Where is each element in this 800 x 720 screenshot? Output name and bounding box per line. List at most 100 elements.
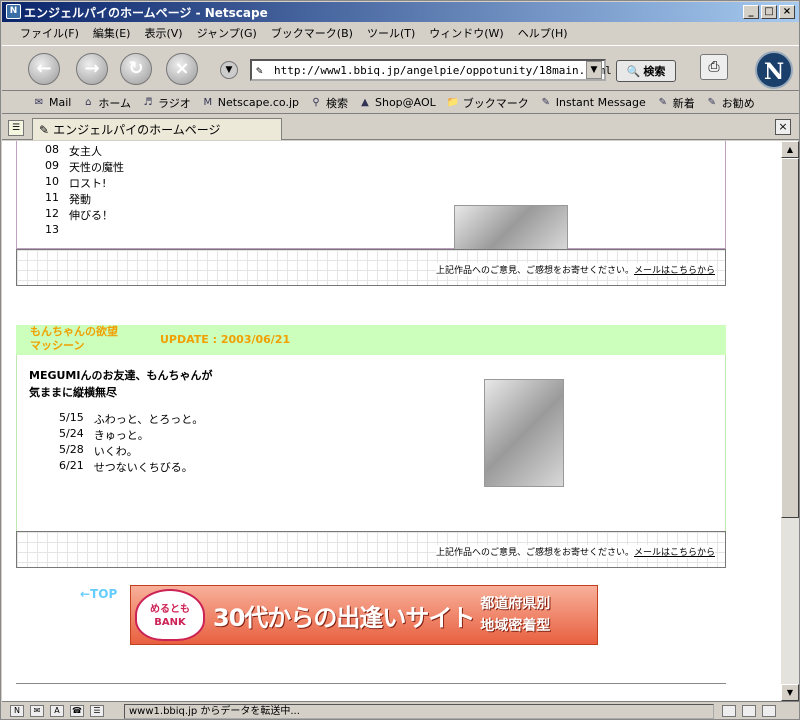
stop-button[interactable]: × (166, 53, 198, 85)
bookmark-folder-icon: 📁 (446, 96, 460, 108)
mail-icon: ✉ (34, 96, 44, 108)
section-intro: MEGUMIんのお友達、もんちゃんが 気ままに縦横無尽 (29, 369, 213, 399)
link-icon: ✎ (658, 96, 667, 108)
toolbar-radio[interactable]: ♬ ラジオ (141, 95, 191, 111)
url-dropdown-button[interactable]: ▼ (586, 61, 602, 79)
toolbar-bookmarks[interactable]: 📁 ブックマーク (446, 95, 529, 111)
url-text: http://www1.bbiq.jp/angelpie/oppotunity/… (274, 63, 612, 77)
list-item[interactable]: 10 ロスト! (45, 175, 106, 191)
list-item[interactable]: 13 (45, 223, 69, 236)
scroll-thumb[interactable] (781, 158, 799, 518)
page-proxy-icon: ✎ (256, 63, 263, 77)
tab-list-icon[interactable]: ☰ (8, 120, 24, 136)
menu-bookmarks[interactable]: ブックマーク(B) (271, 25, 353, 41)
back-arrow-icon: ← (36, 58, 52, 79)
minimize-button[interactable]: _ (743, 5, 759, 19)
menu-go[interactable]: ジャンプ(G) (197, 25, 257, 41)
netscape-throbber[interactable]: N (755, 51, 793, 89)
triangle-down-icon: ▼ (786, 688, 794, 697)
my-netscape-icon: M (203, 96, 213, 108)
close-tab-button[interactable]: × (775, 119, 791, 135)
toolbar-search[interactable]: ⚲ 検索 (309, 95, 348, 111)
mail-link[interactable]: メールはこちらから (634, 266, 715, 276)
privacy-icon[interactable] (742, 705, 756, 717)
mail-icon[interactable]: ✉ (30, 705, 44, 717)
list-item[interactable]: 5/28 いくわ。 (59, 443, 138, 459)
menu-edit[interactable]: 編集(E) (93, 25, 131, 41)
scroll-up-button[interactable]: ▲ (781, 141, 799, 158)
forward-arrow-icon: → (84, 58, 100, 79)
menu-view[interactable]: 表示(V) (144, 25, 182, 41)
toolbar-shop[interactable]: ▲ Shop@AOL (358, 96, 436, 109)
printer-icon: ⎙ (708, 59, 720, 75)
notes-icon[interactable]: ☰ (90, 705, 104, 717)
menu-tools[interactable]: ツール(T) (367, 25, 415, 41)
list-item[interactable]: 09 天性の魔性 (45, 159, 124, 175)
url-field[interactable]: ✎ http://www1.bbiq.jp/angelpie/oppotunit… (250, 59, 612, 81)
toolbar-home[interactable]: ⌂ ホーム (81, 95, 131, 111)
chevron-down-icon: ▼ (225, 65, 233, 75)
list-item[interactable]: 08 女主人 (45, 143, 102, 159)
triangle-up-icon: ▲ (786, 145, 794, 154)
close-window-button[interactable]: × (779, 5, 795, 19)
maximize-button[interactable]: □ (761, 5, 777, 19)
status-bar: N ✉ A ☎ ☰ www1.bbiq.jp からデータを転送中... (2, 701, 799, 720)
security-lock-icon[interactable] (762, 705, 776, 717)
address-book-icon[interactable]: ☎ (70, 705, 84, 717)
status-text: www1.bbiq.jp からデータを転送中... (124, 703, 714, 719)
book-cover-image (454, 205, 568, 249)
menu-file[interactable]: ファイル(F) (20, 25, 79, 41)
history-dropdown-button[interactable]: ▼ (220, 61, 238, 79)
search-button-label: 検索 (643, 65, 666, 78)
link-icon: ✎ (39, 122, 50, 137)
home-icon: ⌂ (85, 96, 92, 108)
stop-x-icon: × (174, 58, 190, 79)
composer-icon[interactable]: A (50, 705, 64, 717)
magnifier-icon: 🔍 (626, 64, 641, 78)
banner-headline: 30代からの出逢いサイト (213, 603, 475, 632)
top-link[interactable]: ←TOP (80, 587, 117, 601)
toolbar-mail[interactable]: ✉ Mail (32, 96, 72, 109)
netscape-app-icon[interactable]: N (6, 4, 21, 19)
update-date: UPDATE : 2003/06/21 (160, 333, 291, 346)
reload-icon: ↻ (128, 58, 144, 79)
toolbar-netscape[interactable]: M Netscape.co.jp (201, 96, 299, 109)
list-item[interactable]: 12 伸びる！ (45, 207, 113, 223)
list-item[interactable]: 5/15 ふわっと、とろっと。 (59, 411, 203, 427)
navigator-icon[interactable]: N (10, 705, 24, 717)
toolbar-new[interactable]: ✎ 新着 (656, 95, 695, 111)
vertical-scrollbar[interactable]: ▲ ▼ (781, 141, 799, 701)
list-item[interactable]: 11 発動 (45, 191, 91, 207)
list-item[interactable]: 6/21 せつないくちびる。 (59, 459, 193, 475)
navigation-toolbar: ← → ↻ × ▼ ✎ http://www1.bbiq.jp/angelpie… (2, 45, 799, 91)
link-icon: ✎ (707, 96, 716, 108)
feedback-bar-2: 上記作品へのご意見、ご感想をお寄せください。メールはこちらから (16, 531, 726, 568)
menu-help[interactable]: ヘルプ(H) (518, 25, 568, 41)
back-button[interactable]: ← (28, 53, 60, 85)
search-button[interactable]: 🔍 検索 (616, 60, 676, 82)
divider (16, 683, 726, 684)
toolbar-instant-message[interactable]: ✎ Instant Message (539, 96, 646, 109)
section-episode-list: 08 女主人 09 天性の魔性 10 ロスト! 11 発動 12 伸びる！ 13 (16, 141, 726, 249)
print-button[interactable]: ⎙ (700, 54, 728, 80)
title-bar[interactable]: N エンジェルパイのホームページ - Netscape _ □ × (2, 2, 799, 22)
forward-button[interactable]: → (76, 53, 108, 85)
online-status-icon[interactable] (722, 705, 736, 717)
feedback-bar-1: 上記作品へのご意見、ご感想をお寄せください。メールはこちらから (16, 249, 726, 286)
aol-shop-icon: ▲ (361, 96, 369, 108)
toolbar-recommended[interactable]: ✎ お勧め (705, 95, 755, 111)
section-title[interactable]: もんちゃんの欲望マッシーン (30, 325, 120, 353)
reload-button[interactable]: ↻ (120, 53, 152, 85)
list-item[interactable]: 5/24 きゅっと。 (59, 427, 149, 443)
magnifier-icon: ⚲ (312, 96, 320, 108)
feedback-text: 上記作品へのご意見、ご感想をお寄せください。メールはこちらから (435, 263, 715, 276)
banner-logo: めるとも BANK (135, 589, 205, 641)
mail-link[interactable]: メールはこちらから (634, 548, 715, 558)
close-icon: × (778, 120, 788, 133)
menu-window[interactable]: ウィンドウ(W) (429, 25, 503, 41)
scroll-down-button[interactable]: ▼ (781, 684, 799, 701)
tab-angelpie[interactable]: ✎ エンジェルパイのホームページ (32, 118, 282, 140)
window-title: エンジェルパイのホームページ - Netscape (24, 5, 268, 20)
ad-banner[interactable]: めるとも BANK 30代からの出逢いサイト 都道府県別 地域密着型 (130, 585, 598, 645)
link-icon: ✎ (541, 96, 550, 108)
